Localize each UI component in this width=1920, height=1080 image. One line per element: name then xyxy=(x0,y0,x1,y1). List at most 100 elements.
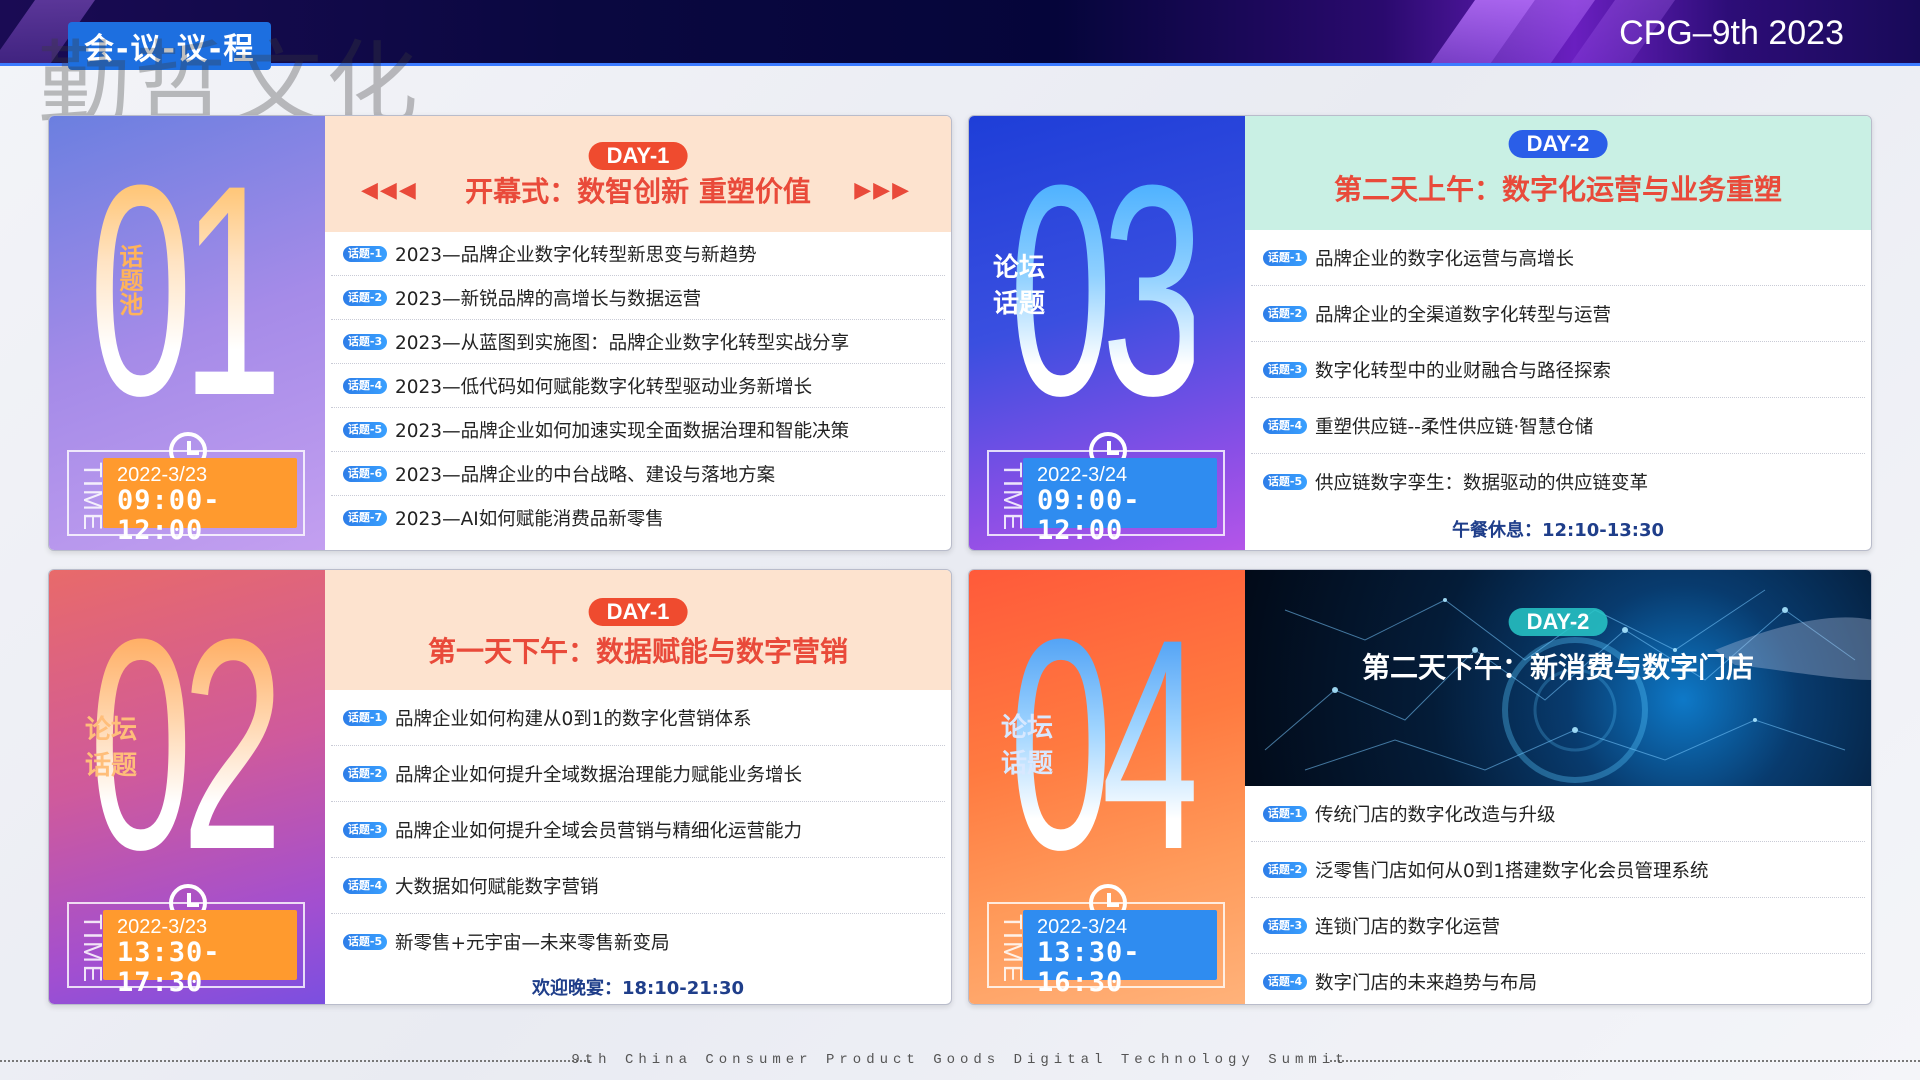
topic-text: 供应链数字孪生：数据驱动的供应链变革 xyxy=(1315,473,1649,494)
topic-badge: 话题-1 xyxy=(1263,249,1307,266)
topic-badge: 话题-2 xyxy=(343,765,387,782)
day-pill: DAY-2 xyxy=(1508,130,1608,158)
topic-item: 话题-5 2023—品牌企业如何加速实现全面数据治理和智能决策 xyxy=(331,408,945,452)
footer-tagline: 9th China Consumer Product Goods Digital… xyxy=(571,1052,1349,1068)
right-arrows-icon: ▶▶▶ xyxy=(854,178,911,203)
time-box: TIME 2022-3/24 13:30-16:30 xyxy=(987,902,1225,998)
topic-item: 话题-1 传统门店的数字化改造与升级 xyxy=(1251,786,1865,842)
lunch-break-note: 午餐休息：12:10-13:30 xyxy=(1451,520,1665,541)
topic-badge: 话题-3 xyxy=(343,821,387,838)
card-left-panel: 01 话题池 TIME 2022-3/23 09:00-12:00 xyxy=(49,116,325,550)
session-time: 13:30-16:30 xyxy=(1037,937,1141,998)
session-title: 第一天下午：数据赋能与数字营销 xyxy=(427,635,848,668)
topic-item: 话题-5 供应链数字孪生：数据驱动的供应链变革 xyxy=(1251,454,1865,510)
topic-text: 品牌企业如何提升全域数据治理能力赋能业务增长 xyxy=(395,764,803,786)
topic-item: 话题-2 2023—新锐品牌的高增长与数据运营 xyxy=(331,276,945,320)
topic-badge: 话题-5 xyxy=(1263,474,1307,490)
forum-tag-line2: 话题 xyxy=(85,751,138,781)
session-date: 2022-3/24 xyxy=(1037,464,1128,486)
topic-text: 2023—品牌企业的中台战略、建设与落地方案 xyxy=(395,464,776,486)
topic-badge: 话题-7 xyxy=(343,510,387,526)
session-time: 13:30-17:30 xyxy=(117,937,221,998)
session-time: 09:00-12:00 xyxy=(117,485,221,546)
topic-item: 话题-1 品牌企业的数字化运营与高增长 xyxy=(1251,230,1865,286)
dinner-note: 欢迎晚宴：18:10-21:30 xyxy=(531,978,745,999)
topic-list: 话题-1 品牌企业的数字化运营与高增长 话题-2 品牌企业的全渠道数字化转型与运营 … xyxy=(1245,230,1871,510)
topic-pool-tag: 话题池 xyxy=(115,244,143,316)
topic-badge: 话题-3 xyxy=(1263,917,1307,934)
topic-item: 话题-6 2023—品牌企业的中台战略、建设与落地方案 xyxy=(331,452,945,496)
topic-item: 话题-3 数字化转型中的业财融合与路径探索 xyxy=(1251,342,1865,398)
day-pill: DAY-1 xyxy=(588,598,688,626)
topic-text: 大数据如何赋能数字营销 xyxy=(395,876,599,898)
topic-badge: 话题-2 xyxy=(1263,305,1307,322)
session-head: DAY-1 第一天下午：数据赋能与数字营销 xyxy=(325,570,951,690)
session-card-02: 02 论坛 话题 TIME 2022-3/23 13:30-17:30 DAY-1… xyxy=(48,569,952,1005)
topic-text: 2023—低代码如何赋能数字化转型驱动业务新增长 xyxy=(395,376,813,398)
session-card-04: 04 论坛 话题 TIME 2022-3/24 13:30-16:30 DAY-… xyxy=(968,569,1872,1005)
topic-text: 品牌企业如何提升全域会员营销与精细化运营能力 xyxy=(395,820,803,842)
topic-badge: 话题-4 xyxy=(343,377,387,394)
topic-badge: 话题-1 xyxy=(343,709,387,726)
card-left-panel: 03 论坛 话题 TIME 2022-3/24 09:00-12:00 xyxy=(969,116,1245,550)
topic-text: 数字化转型中的业财融合与路径探索 xyxy=(1315,360,1612,382)
session-title: 第二天下午：新消费与数字门店 xyxy=(1361,651,1754,684)
topic-badge: 话题-3 xyxy=(1263,361,1307,378)
card-right-panel: DAY-2 第二天上午：数字化运营与业务重塑 话题-1 品牌企业的数字化运营与高增… xyxy=(1245,116,1871,550)
topic-text: 连锁门店的数字化运营 xyxy=(1315,916,1501,938)
topic-item: 话题-1 品牌企业如何构建从0到1的数字化营销体系 xyxy=(331,690,945,746)
session-date: 2022-3/23 xyxy=(117,916,208,938)
day-pill: DAY-2 xyxy=(1508,608,1608,636)
topic-badge: 话题-1 xyxy=(343,245,387,262)
topic-text: 2023—品牌企业如何加速实现全面数据治理和智能决策 xyxy=(395,420,850,442)
topic-item: 话题-2 泛零售门店如何从0到1搭建数字化会员管理系统 xyxy=(1251,842,1865,898)
topic-badge: 话题-1 xyxy=(1263,805,1307,822)
session-card-01: 01 话题池 TIME 2022-3/23 09:00-12:00 DAY-1 … xyxy=(48,115,952,551)
session-head: DAY-2 第二天上午：数字化运营与业务重塑 xyxy=(1245,116,1871,230)
session-head: DAY-1 ◀◀◀ 开幕式：数智创新 重塑价值 ▶▶▶ xyxy=(325,116,951,232)
tech-hand-photo: DAY-2 第二天下午：新消费与数字门店 xyxy=(1245,570,1871,786)
topic-list: 话题-1 传统门店的数字化改造与升级 话题-2 泛零售门店如何从0到1搭建数字化会员… xyxy=(1245,786,1871,1004)
topic-text: 2023—品牌企业数字化转型新思变与新趋势 xyxy=(395,244,757,266)
topic-badge: 话题-3 xyxy=(343,333,387,350)
topic-item: 话题-5 新零售+元宇宙—未来零售新变局 xyxy=(331,914,945,970)
forum-tag-line2: 话题 xyxy=(1001,749,1054,779)
topic-text: 新零售+元宇宙—未来零售新变局 xyxy=(395,933,670,954)
time-box: TIME 2022-3/23 13:30-17:30 xyxy=(67,902,305,998)
card-left-panel: 04 论坛 话题 TIME 2022-3/24 13:30-16:30 xyxy=(969,570,1245,1004)
topic-badge: 话题-5 xyxy=(343,421,387,438)
card-left-panel: 02 论坛 话题 TIME 2022-3/23 13:30-17:30 xyxy=(49,570,325,1004)
topic-badge: 话题-5 xyxy=(343,934,387,950)
topic-text: 2023—新锐品牌的高增长与数据运营 xyxy=(395,288,702,310)
topic-list: 话题-1 品牌企业如何构建从0到1的数字化营销体系 话题-2 品牌企业如何提升全域数… xyxy=(325,690,951,970)
topic-text: 2023—从蓝图到实施图：品牌企业数字化转型实战分享 xyxy=(395,332,850,354)
forum-tag: 论坛 话题 xyxy=(993,250,1045,322)
topic-item: 话题-1 2023—品牌企业数字化转型新思变与新趋势 xyxy=(331,232,945,276)
session-title: 第二天上午：数字化运营与业务重塑 xyxy=(1333,173,1782,206)
time-box: TIME 2022-3/23 09:00-12:00 xyxy=(67,450,305,546)
topic-text: 重塑供应链--柔性供应链·智慧仓储 xyxy=(1315,416,1594,438)
topic-text: 品牌企业的数字化运营与高增长 xyxy=(1315,248,1575,270)
time-inner: 2022-3/23 13:30-17:30 xyxy=(103,910,297,998)
topic-badge: 话题-2 xyxy=(1263,861,1307,878)
time-box: TIME 2022-3/24 09:00-12:00 xyxy=(987,450,1225,546)
time-inner: 2022-3/24 09:00-12:00 xyxy=(1023,458,1217,546)
topic-item: 话题-3 连锁门店的数字化运营 xyxy=(1251,898,1865,954)
topic-badge: 话题-4 xyxy=(1263,974,1307,990)
session-card-03: 03 论坛 话题 TIME 2022-3/24 09:00-12:00 DAY-2… xyxy=(968,115,1872,551)
topic-item: 话题-4 重塑供应链--柔性供应链·智慧仓储 xyxy=(1251,398,1865,454)
session-date: 2022-3/24 xyxy=(1037,916,1128,938)
forum-tag-line1: 论坛 xyxy=(85,715,138,745)
header-bar: CPG–9th 2023 xyxy=(0,0,1920,66)
forum-tag: 论坛 话题 xyxy=(1001,710,1053,782)
card-right-panel: DAY-1 ◀◀◀ 开幕式：数智创新 重塑价值 ▶▶▶ 话题-1 2023—品牌企… xyxy=(325,116,951,550)
time-inner: 2022-3/23 09:00-12:00 xyxy=(103,458,297,546)
topic-text: 传统门店的数字化改造与升级 xyxy=(1315,804,1556,826)
topic-item: 话题-4 大数据如何赋能数字营销 xyxy=(331,858,945,914)
topic-item: 话题-7 2023—AI如何赋能消费品新零售 xyxy=(331,496,945,540)
topic-badge: 话题-4 xyxy=(343,877,387,894)
topic-text: 泛零售门店如何从0到1搭建数字化会员管理系统 xyxy=(1315,860,1709,882)
topic-text: 品牌企业的全渠道数字化转型与运营 xyxy=(1315,304,1612,326)
event-title: CPG–9th 2023 xyxy=(1619,14,1844,52)
topic-badge: 话题-4 xyxy=(1263,417,1307,434)
